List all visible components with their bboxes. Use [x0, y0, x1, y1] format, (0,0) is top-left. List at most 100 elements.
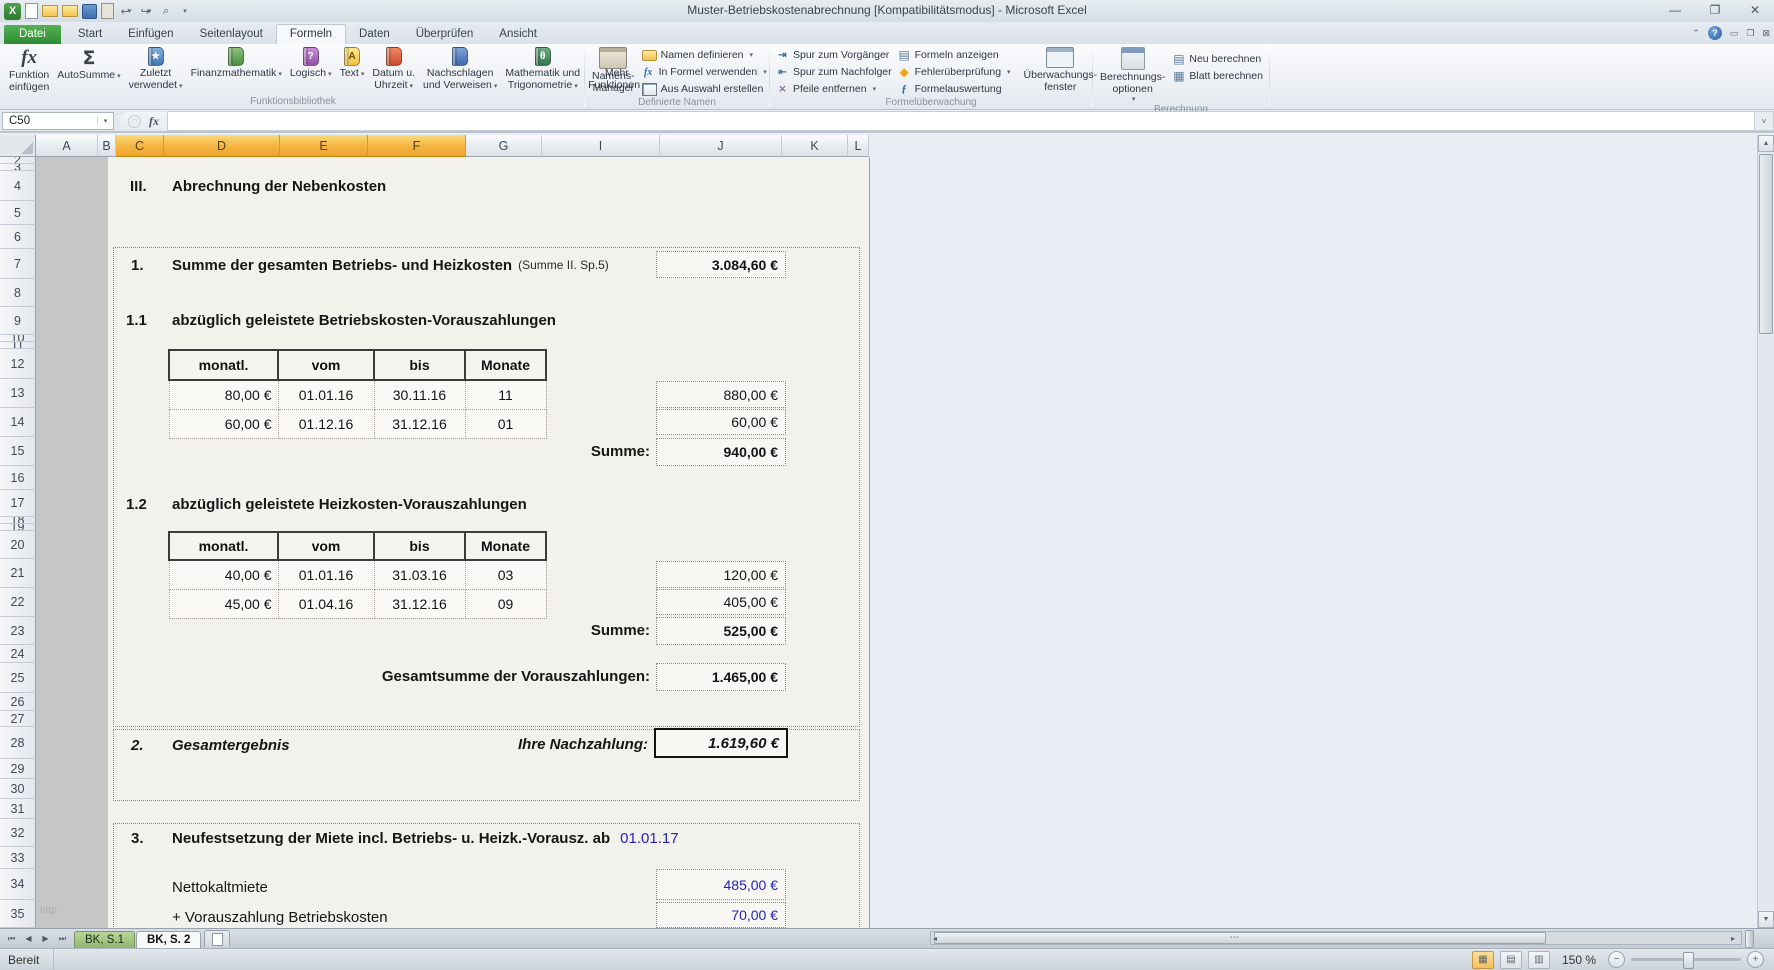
- name-box[interactable]: C50 ▾: [2, 112, 114, 130]
- table1-cell[interactable]: 30.11.16: [373, 379, 466, 410]
- row-header-28[interactable]: 28: [0, 727, 36, 759]
- table2-cell[interactable]: 01.01.16: [277, 559, 375, 590]
- table2-cell[interactable]: 45,00 €: [168, 588, 279, 619]
- table1-result-cell[interactable]: 880,00 €: [656, 381, 786, 408]
- expand-formula-bar-icon[interactable]: ˅: [1754, 111, 1774, 131]
- ribbon-tab-einfügen[interactable]: Einfügen: [115, 25, 186, 44]
- normal-view-icon[interactable]: ▦: [1471, 950, 1494, 969]
- tab-split-handle[interactable]: [1745, 930, 1754, 948]
- table2-result-cell[interactable]: 405,00 €: [656, 589, 786, 615]
- show-formulas-button[interactable]: ▤ Formeln anzeigen: [895, 47, 1014, 63]
- row-header-26[interactable]: 26: [0, 693, 36, 711]
- row-header-19[interactable]: 19: [0, 524, 36, 531]
- row-header-30[interactable]: 30: [0, 779, 36, 799]
- error-checking-button[interactable]: ◆ Fehlerüberprüfung ▾: [895, 64, 1014, 80]
- zoom-in-icon[interactable]: +: [1747, 951, 1764, 968]
- column-header-B[interactable]: B: [98, 135, 116, 157]
- create-from-selection-button[interactable]: Aus Auswahl erstellen: [639, 81, 770, 97]
- row-header-24[interactable]: 24: [0, 645, 36, 663]
- scroll-right-icon[interactable]: ▸: [1731, 934, 1735, 943]
- row-header-6[interactable]: 6: [0, 225, 36, 249]
- remove-arrows-button[interactable]: ⨯ Pfeile entfernen ▾: [773, 81, 895, 97]
- table2-cell[interactable]: 09: [464, 588, 547, 619]
- calculation-options-button[interactable]: Berechnungs- optionen ▾: [1096, 45, 1169, 104]
- rent-label[interactable]: Nettokaltmiete: [172, 875, 268, 899]
- row-header-34[interactable]: 34: [0, 869, 36, 900]
- row-header-21[interactable]: 21: [0, 559, 36, 588]
- row-header-16[interactable]: 16: [0, 466, 36, 490]
- row-header-3[interactable]: 3: [0, 164, 36, 171]
- row-header-35[interactable]: 35: [0, 900, 36, 928]
- scroll-down-icon[interactable]: ▼: [1758, 911, 1774, 928]
- zoom-slider-thumb[interactable]: [1683, 952, 1694, 969]
- watch-window-button[interactable]: Überwachungs- fenster: [1020, 45, 1102, 94]
- ribbon-tab-datei[interactable]: Datei: [4, 25, 61, 44]
- table2-header[interactable]: vom: [277, 531, 375, 561]
- table1-cell[interactable]: 11: [464, 379, 547, 410]
- item2-number[interactable]: 2.: [131, 731, 144, 759]
- prepay-label[interactable]: + Vorauszahlung Betriebskosten: [172, 905, 388, 928]
- use-in-formula-button[interactable]: fx In Formel verwenden ▾: [639, 64, 770, 80]
- row-header-9[interactable]: 9: [0, 307, 36, 335]
- section-number[interactable]: III.: [130, 171, 147, 201]
- column-header-F[interactable]: F: [368, 135, 466, 157]
- minimize-window-icon[interactable]: —: [1662, 2, 1688, 18]
- grand-total-cell[interactable]: 1.465,00 €: [656, 663, 786, 691]
- table2-header[interactable]: bis: [373, 531, 466, 561]
- row-header-27[interactable]: 27: [0, 711, 36, 727]
- row-header-25[interactable]: 25: [0, 663, 36, 693]
- ribbon-tab-start[interactable]: Start: [65, 25, 115, 44]
- table2-cell[interactable]: 03: [464, 559, 547, 590]
- table2-sum-cell[interactable]: 525,00 €: [656, 617, 786, 645]
- row-header-20[interactable]: 20: [0, 531, 36, 559]
- table1-header[interactable]: Monate: [464, 349, 547, 381]
- define-name-button[interactable]: Namen definieren ▾: [639, 47, 770, 63]
- item1-number[interactable]: 1.: [131, 251, 144, 279]
- zoom-level[interactable]: 150 %: [1562, 953, 1596, 967]
- table1-cell[interactable]: 01.12.16: [277, 408, 375, 439]
- column-header-L[interactable]: L: [848, 135, 869, 157]
- item11-label[interactable]: abzüglich geleistete Betriebskosten-Vora…: [172, 307, 556, 333]
- insert-worksheet-tab[interactable]: [204, 930, 231, 947]
- trace-precedents-button[interactable]: ⇥ Spur zum Vorgänger: [773, 47, 895, 63]
- row-header-5[interactable]: 5: [0, 201, 36, 225]
- row-header-12[interactable]: 12: [0, 349, 36, 379]
- ribbon-tab-daten[interactable]: Daten: [346, 25, 403, 44]
- item1-label[interactable]: Summe der gesamten Betriebs- und Heizkos…: [172, 251, 609, 279]
- outside-print-area[interactable]: [36, 157, 108, 928]
- table1-sum-label[interactable]: Summe:: [436, 443, 650, 460]
- row-header-23[interactable]: 23: [0, 617, 36, 645]
- column-header-C[interactable]: C: [116, 135, 164, 157]
- table1-cell[interactable]: 31.12.16: [373, 408, 466, 439]
- row-header-11[interactable]: 11: [0, 342, 36, 349]
- next-sheet-icon[interactable]: ▶: [38, 931, 53, 946]
- row-header-8[interactable]: 8: [0, 279, 36, 307]
- column-header-J[interactable]: J: [660, 135, 782, 157]
- column-header-A[interactable]: A: [36, 135, 98, 157]
- row-header-4[interactable]: 4: [0, 171, 36, 201]
- restore-window-icon[interactable]: ❐: [1702, 2, 1728, 18]
- column-header-G[interactable]: G: [466, 135, 542, 157]
- grand-total-label[interactable]: Gesamtsumme der Vorauszahlungen:: [336, 668, 650, 685]
- ribbon-button-math-trig[interactable]: θ Mathematik und Trigonometrie ▾: [501, 45, 584, 93]
- workbook-close-icon[interactable]: ⊠: [1762, 28, 1770, 39]
- column-header-E[interactable]: E: [280, 135, 368, 157]
- table1-cell[interactable]: 01.01.16: [277, 379, 375, 410]
- ribbon-button-insert-function[interactable]: fx Funktion einfügen: [5, 45, 53, 94]
- select-all-corner[interactable]: [0, 135, 36, 157]
- vertical-scrollbar[interactable]: ▲ ▼: [1757, 135, 1774, 928]
- prepay-value-cell[interactable]: 70,00 €: [656, 902, 786, 928]
- ribbon-tab-seitenlayout[interactable]: Seitenlayout: [187, 25, 276, 44]
- evaluate-formula-button[interactable]: ƒ Formelauswertung: [895, 81, 1014, 97]
- item3-label-row[interactable]: Neufestsetzung der Miete incl. Betriebs-…: [172, 826, 679, 850]
- table2-header[interactable]: Monate: [464, 531, 547, 561]
- table2-sum-label[interactable]: Summe:: [436, 622, 650, 639]
- ribbon-button-logical[interactable]: ? Logisch ▾: [286, 45, 336, 82]
- ribbon-button-lookup[interactable]: Nachschlagen und Verweisen ▾: [419, 45, 501, 93]
- zoom-out-icon[interactable]: −: [1608, 951, 1625, 968]
- table2-cell[interactable]: 01.04.16: [277, 588, 375, 619]
- row-header-17[interactable]: 17: [0, 490, 36, 517]
- first-sheet-icon[interactable]: ⏮: [4, 931, 19, 946]
- table1-cell[interactable]: 01: [464, 408, 547, 439]
- workbook-minimize-icon[interactable]: ▭: [1730, 28, 1739, 39]
